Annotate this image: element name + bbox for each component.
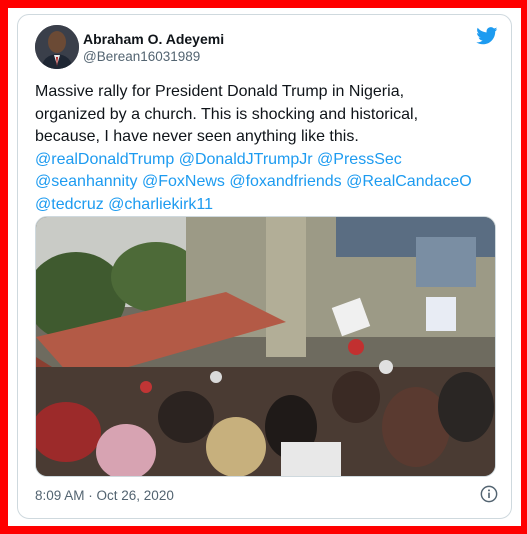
avatar[interactable] (35, 25, 79, 69)
tweet-text-line: Massive rally for President Donald Trump… (35, 83, 405, 100)
rally-video-frame (36, 217, 495, 476)
author-handle[interactable]: @Berean16031989 (83, 49, 200, 64)
tweet-mentions[interactable]: @seanhannity @FoxNews @foxandfriends @Re… (35, 171, 505, 194)
tweet-mentions[interactable]: @tedcruz @charliekirk11 (35, 194, 505, 217)
author-name[interactable]: Abraham O. Adeyemi (83, 31, 224, 47)
info-icon[interactable] (480, 485, 498, 503)
tweet-video[interactable] (35, 216, 496, 477)
tweet-text: Massive rally for President Donald Trump… (35, 81, 505, 216)
tweet-text-line: because, I have never seen anything like… (35, 128, 359, 145)
tweet-mentions[interactable]: @realDonaldTrump @DonaldJTrumpJr @PressS… (35, 149, 505, 172)
tweet-timestamp[interactable]: 8:09 AM · Oct 26, 2020 (35, 488, 174, 503)
twitter-bird-icon[interactable] (476, 27, 498, 45)
avatar-image (35, 25, 79, 69)
tweet-card[interactable]: Abraham O. Adeyemi @Berean16031989 Massi… (17, 14, 512, 519)
tweet-text-line: organized by a church. This is shocking … (35, 105, 419, 123)
